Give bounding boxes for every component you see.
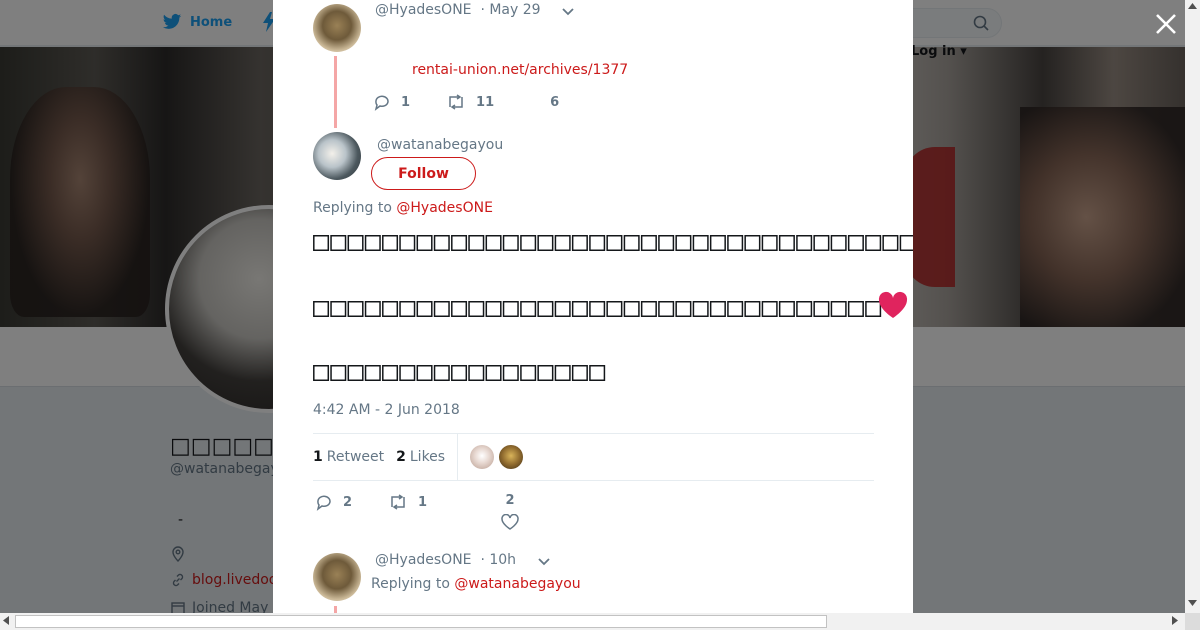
- tweet-author-handle[interactable]: @watanabegayou: [377, 137, 503, 153]
- like-button[interactable]: 6: [550, 95, 559, 110]
- scroll-up-icon[interactable]: [1188, 3, 1197, 9]
- thread-line: [334, 606, 337, 613]
- follow-button[interactable]: Follow: [371, 157, 476, 190]
- likes-stat[interactable]: 2 Likes: [396, 449, 445, 465]
- chevron-down-icon[interactable]: [537, 557, 551, 567]
- reply-button[interactable]: 2: [315, 493, 352, 511]
- vertical-scrollbar[interactable]: [1185, 0, 1200, 613]
- scroll-right-icon[interactable]: [1172, 616, 1178, 625]
- avatar[interactable]: [470, 445, 495, 469]
- close-icon[interactable]: [1154, 12, 1178, 36]
- retweet-icon: [391, 494, 405, 510]
- tweet-text-line-2: □□□□□□□□□□□□□□□□□□□□□□□□□□□□□□□□□: [313, 292, 883, 323]
- replying-to: Replying to @HyadesONE: [313, 200, 493, 216]
- like-button[interactable]: 2: [501, 493, 519, 530]
- heart-icon: [501, 514, 519, 530]
- chevron-down-icon[interactable]: [561, 7, 575, 17]
- tweet-text-line-1: □□□□□□□□□□□□□□□□□□□□□□□□□□□□□□□□□□□□□□□□…: [313, 226, 913, 257]
- avatar[interactable]: [313, 553, 361, 601]
- mention-link[interactable]: @HyadesONE: [396, 200, 493, 216]
- tweet-actions: 1 11 6: [373, 93, 559, 111]
- reply-button[interactable]: 1: [373, 93, 410, 111]
- mention-link[interactable]: @watanabegayou: [454, 576, 580, 592]
- horizontal-scrollbar[interactable]: [0, 613, 1200, 630]
- scroll-down-icon[interactable]: [1188, 600, 1197, 606]
- avatar[interactable]: [499, 445, 524, 469]
- reply-icon: [374, 95, 389, 111]
- avatar[interactable]: [313, 132, 361, 180]
- tweet-actions: 2 1: [315, 493, 427, 511]
- scrollbar-corner: [1185, 613, 1200, 630]
- retweet-icon: [449, 94, 463, 110]
- heart-emoji-icon: [878, 291, 908, 318]
- tweet-author-handle[interactable]: @HyadesONE · May 29: [375, 2, 541, 18]
- tweet-author-handle[interactable]: @HyadesONE · 10h: [375, 552, 516, 568]
- retweet-button[interactable]: 1: [388, 494, 427, 510]
- avatar[interactable]: [313, 4, 361, 52]
- scrollbar-thumb[interactable]: [15, 615, 827, 628]
- tweet-timestamp[interactable]: 4:42 AM - 2 Jun 2018: [313, 402, 460, 418]
- reply-icon: [316, 495, 331, 511]
- tweet-link[interactable]: rentai-union.net/archives/1377: [412, 62, 628, 78]
- scroll-left-icon[interactable]: [3, 616, 9, 625]
- retweet-stat[interactable]: 1 Retweet: [313, 449, 384, 465]
- tweet-text-line-3: □□□□□□□□□□□□□□□□□: [313, 356, 607, 387]
- thread-line: [334, 56, 337, 128]
- tweet-stats: 1 Retweet 2 Likes: [313, 433, 874, 481]
- retweet-button[interactable]: 11: [446, 94, 494, 110]
- replying-to: Replying to @watanabegayou: [371, 576, 581, 592]
- tweet-modal: @HyadesONE · May 29 rentai-union.net/arc…: [273, 0, 913, 613]
